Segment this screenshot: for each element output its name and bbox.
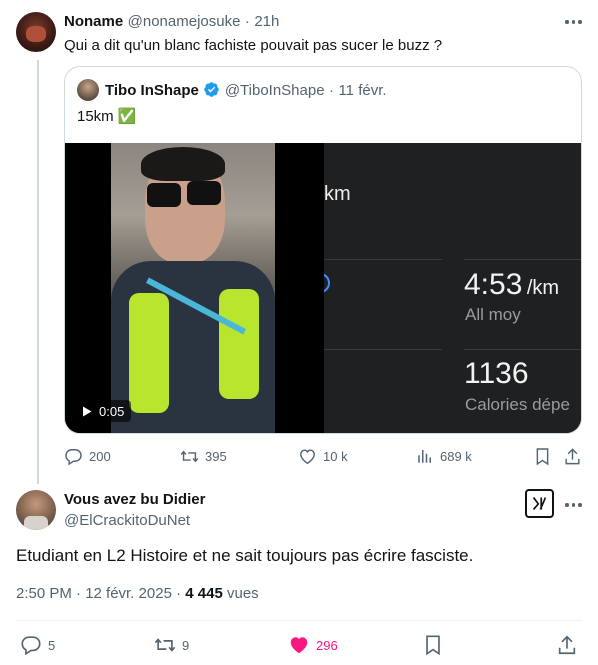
more-dot-icon bbox=[571, 20, 575, 24]
quoted-separator: · bbox=[329, 82, 334, 99]
reply-action-views[interactable]: 689 k bbox=[416, 447, 472, 465]
heart-filled-icon bbox=[290, 637, 308, 654]
more-dot-icon bbox=[565, 20, 569, 24]
comment-icon bbox=[21, 636, 41, 656]
app-pace-block: 4:53 /km bbox=[464, 268, 559, 302]
bookmark-icon bbox=[426, 635, 440, 656]
reply-author-name[interactable]: Noname bbox=[64, 13, 123, 30]
share-icon bbox=[558, 635, 576, 655]
quoted-author-handle: @TiboInShape bbox=[224, 82, 325, 99]
main-divider bbox=[16, 620, 582, 621]
main-action-like[interactable]: 296 bbox=[288, 634, 338, 656]
views-count: 689 k bbox=[440, 448, 472, 464]
verified-badge-icon bbox=[204, 82, 220, 97]
quoted-header: Tibo InShape @TiboInShape · 11 févr. bbox=[105, 81, 387, 100]
grok-icon bbox=[532, 497, 547, 511]
app-calories-label: Calories dépe bbox=[465, 395, 570, 414]
reply-author-handle[interactable]: @nonamejosuke bbox=[128, 13, 241, 30]
reply-action-repost[interactable]: 395 bbox=[180, 447, 227, 466]
reply-action-reply[interactable]: 200 bbox=[64, 447, 111, 466]
video-selfie-frame: 0:05 bbox=[65, 143, 322, 433]
reply-count: 200 bbox=[89, 449, 111, 464]
bookmark-icon bbox=[536, 448, 549, 466]
play-icon bbox=[83, 406, 92, 416]
more-dot-icon bbox=[578, 503, 582, 507]
heart-icon bbox=[300, 449, 315, 465]
reply-header: Noname @nonamejosuke · 21h bbox=[64, 13, 279, 31]
main-tweet-view-count: 4 445 bbox=[185, 585, 223, 602]
main-tweet-timestamp[interactable]: 2:50 PM · 12 févr. 2025 · bbox=[16, 585, 181, 602]
main-author-avatar[interactable] bbox=[16, 490, 56, 530]
app-pace-label: All moy bbox=[465, 305, 521, 324]
reply-author-avatar[interactable] bbox=[16, 12, 56, 52]
quoted-author-name: Tibo InShape bbox=[105, 82, 199, 99]
video-app-screen: km 4:53 /km All moy 1136 Calories dépe bbox=[324, 143, 581, 433]
main-repost-count: 9 bbox=[182, 637, 190, 653]
main-action-share[interactable] bbox=[556, 634, 578, 656]
main-like-count: 296 bbox=[316, 637, 338, 653]
main-more-button[interactable] bbox=[565, 503, 582, 507]
main-action-reply[interactable]: 5 bbox=[20, 634, 55, 656]
repost-icon bbox=[154, 638, 176, 652]
reply-more-button[interactable] bbox=[565, 20, 582, 24]
video-duration: 0:05 bbox=[99, 403, 125, 419]
comment-icon bbox=[65, 449, 82, 466]
video-duration-badge[interactable]: 0:05 bbox=[75, 400, 132, 422]
more-dot-icon bbox=[565, 503, 569, 507]
main-action-repost[interactable]: 9 bbox=[154, 634, 189, 656]
main-tweet-text: Etudiant en L2 Histoire et ne sait toujo… bbox=[16, 546, 474, 565]
quoted-author-avatar[interactable] bbox=[77, 79, 99, 101]
reply-action-share[interactable] bbox=[563, 447, 582, 466]
app-pace-value: 4:53 bbox=[464, 268, 523, 301]
quoted-tweet-card[interactable]: Tibo InShape @TiboInShape · 11 févr. 15k… bbox=[64, 66, 582, 434]
grok-button[interactable] bbox=[525, 489, 554, 518]
reply-time[interactable]: 21h bbox=[254, 13, 279, 30]
reply-separator: · bbox=[244, 13, 250, 30]
main-tweet-meta: 2:50 PM · 12 févr. 2025 · 4 445 vues bbox=[16, 585, 259, 602]
more-dot-icon bbox=[578, 20, 582, 24]
reply-action-like[interactable]: 10 k bbox=[298, 447, 348, 466]
main-author-name[interactable]: Vous avez bu Didier bbox=[64, 491, 205, 508]
app-pace-unit: /km bbox=[526, 277, 560, 299]
thread-connector-line bbox=[37, 60, 39, 484]
main-action-bookmark[interactable] bbox=[423, 634, 443, 656]
app-distance-partial: km bbox=[324, 183, 351, 205]
quoted-video[interactable]: 0:05 km 4:53 /km All moy 1136 Calories d… bbox=[65, 143, 581, 433]
main-tweet-view-label: vues bbox=[226, 585, 259, 602]
repost-icon bbox=[180, 450, 199, 463]
video-selfie-image bbox=[111, 143, 275, 433]
main-reply-count: 5 bbox=[48, 637, 56, 653]
main-author-handle[interactable]: @ElCrackitoDuNet bbox=[64, 512, 190, 529]
like-count: 10 k bbox=[323, 449, 348, 464]
repost-count: 395 bbox=[205, 449, 227, 464]
quoted-date: 11 févr. bbox=[338, 82, 387, 99]
share-icon bbox=[565, 448, 580, 465]
reply-text: Qui a dit qu'un blanc fachiste pouvait p… bbox=[64, 37, 443, 54]
more-dot-icon bbox=[571, 503, 575, 507]
reply-action-bookmark[interactable] bbox=[534, 447, 551, 466]
app-calories-value: 1136 bbox=[464, 357, 529, 390]
quoted-text: 15km ✅ bbox=[77, 108, 137, 125]
views-chart-icon bbox=[418, 450, 431, 463]
